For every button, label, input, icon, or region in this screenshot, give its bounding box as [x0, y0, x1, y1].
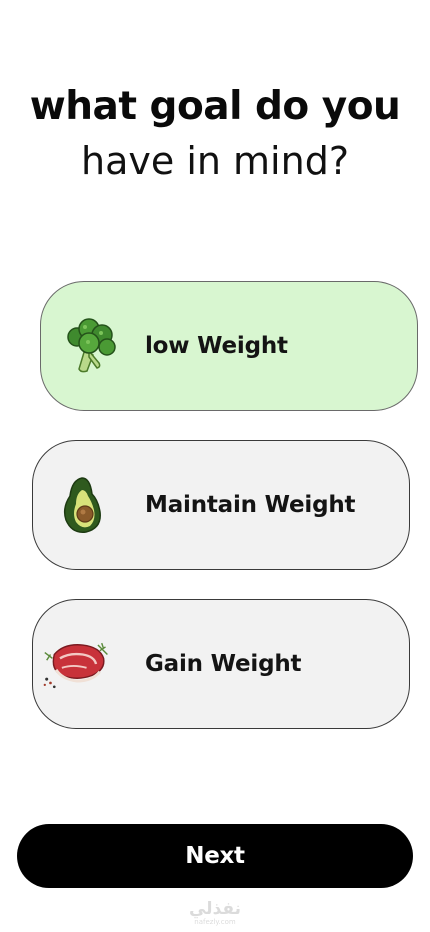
- watermark-subtext: nafezly.com: [194, 918, 236, 926]
- option-low-weight[interactable]: low Weight: [40, 281, 418, 411]
- option-label-maintain-weight: Maintain Weight: [145, 492, 356, 518]
- avocado-icon: [49, 472, 115, 538]
- goal-selection-screen: what goal do you have in mind? low Weigh…: [0, 0, 430, 932]
- title-line-2: have in mind?: [81, 139, 349, 183]
- option-label-gain-weight: Gain Weight: [145, 651, 302, 677]
- next-button[interactable]: Next: [17, 824, 413, 888]
- option-maintain-weight[interactable]: Maintain Weight: [32, 440, 410, 570]
- steak-icon: [43, 631, 115, 697]
- watermark-text: نفذلي: [188, 899, 242, 919]
- title-line-1: what goal do you: [29, 84, 401, 129]
- watermark: نفذلي nafezly.com: [0, 900, 430, 927]
- option-gain-weight[interactable]: Gain Weight: [32, 599, 410, 729]
- option-label-low-weight: low Weight: [145, 333, 288, 359]
- broccoli-icon: [57, 313, 123, 379]
- page-title: what goal do you have in mind?: [0, 82, 430, 186]
